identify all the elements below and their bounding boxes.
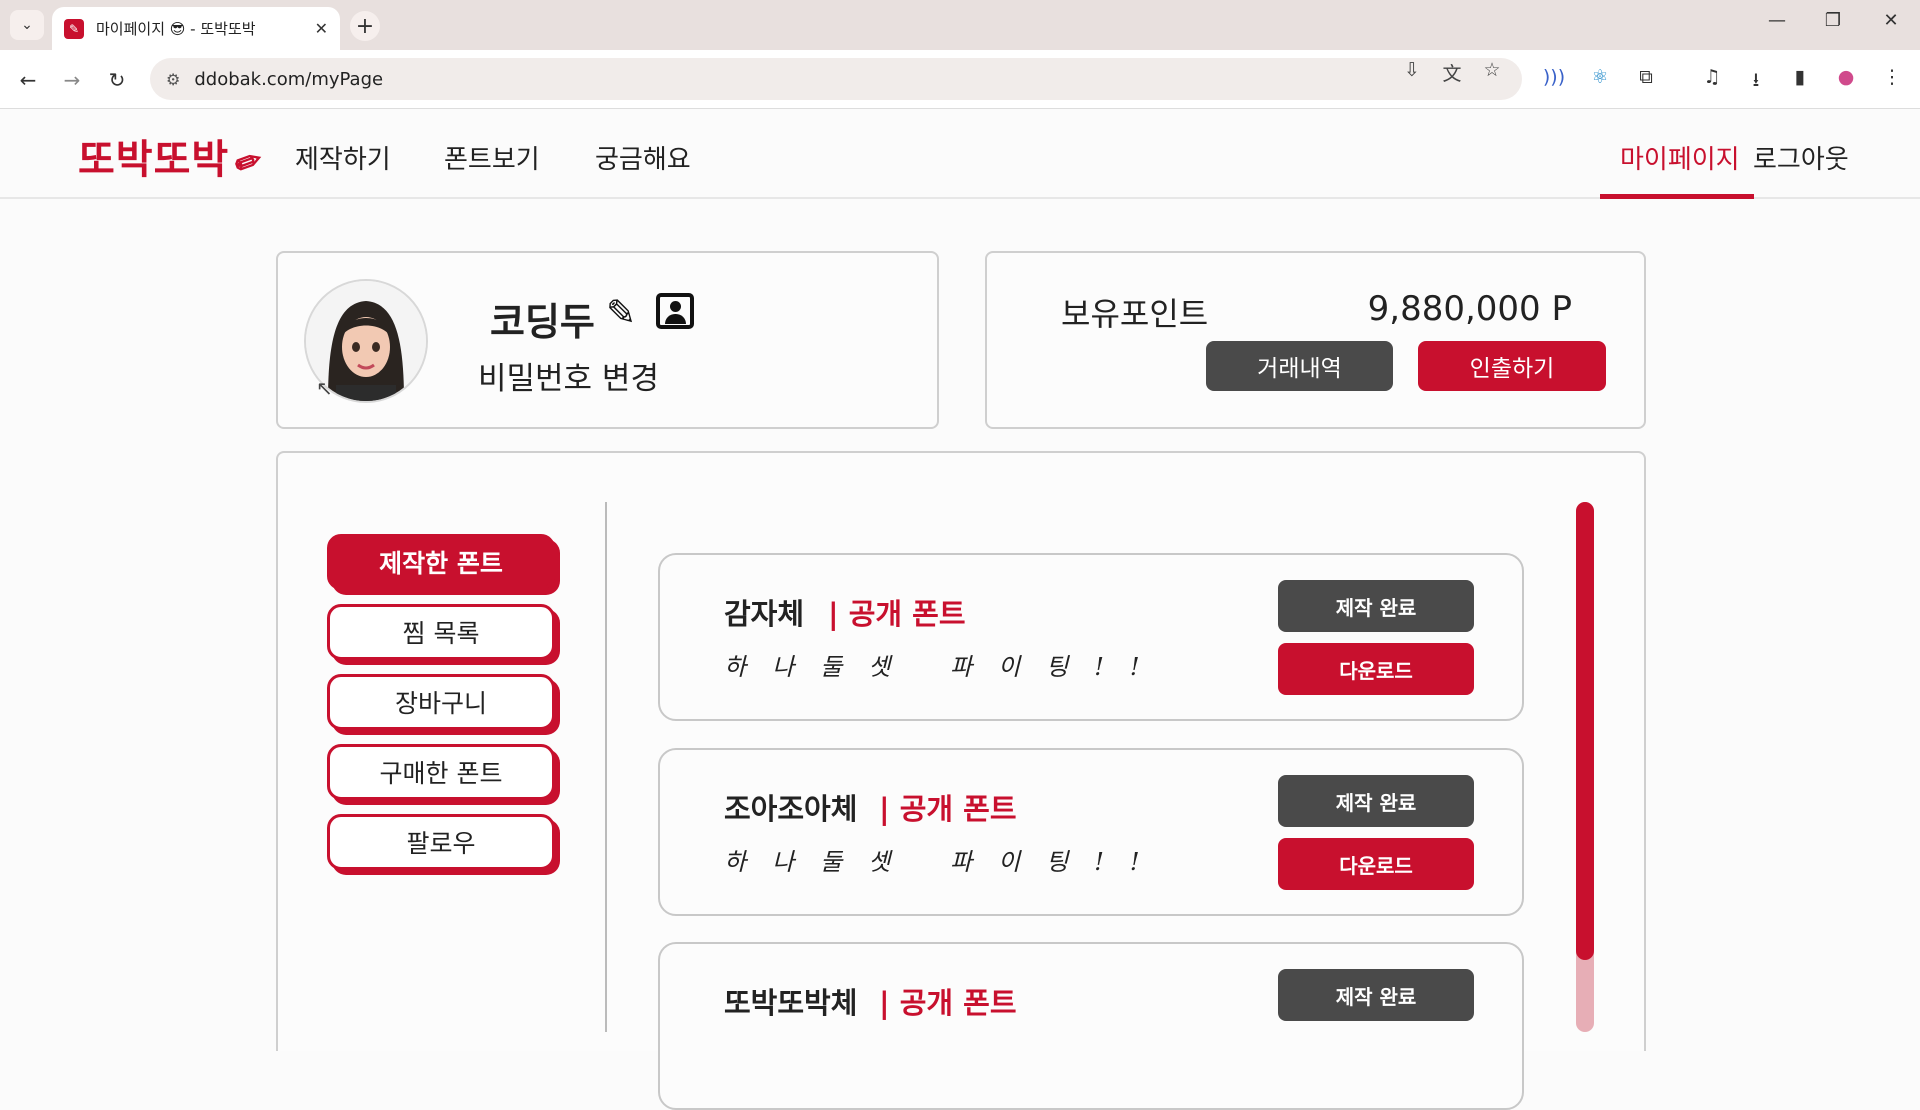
status-button[interactable]: 제작 완료 <box>1278 580 1474 632</box>
favicon-icon: ✎ <box>64 18 84 39</box>
site-info-icon[interactable]: ⚙ <box>166 70 180 89</box>
font-visibility-tag: | 공개 폰트 <box>879 986 1017 1020</box>
points-card: 보유포인트 9,880,000 P 거래내역 인출하기 <box>985 251 1646 429</box>
profile-avatar-icon[interactable]: ● <box>1832 66 1860 88</box>
download-icon[interactable]: ⭳ <box>1742 66 1770 98</box>
close-icon[interactable]: ✕ <box>315 19 328 38</box>
extension-audio-icon[interactable]: ))) <box>1540 66 1568 88</box>
pencil-icon: ✏ <box>229 139 269 185</box>
font-visibility-tag: | 공개 폰트 <box>879 792 1017 826</box>
font-card: 또박또박체 | 공개 폰트 제작 완료 <box>658 942 1524 1110</box>
points-value: 9,880,000 P <box>1367 289 1572 329</box>
browser-toolbar: ← → ↻ ⚙ ddobak.com/myPage ⇩ 文 ☆ ))) ⚛ ⧉ … <box>0 50 1920 109</box>
reload-icon[interactable]: ↻ <box>101 64 133 96</box>
status-button[interactable]: 제작 완료 <box>1278 969 1474 1021</box>
points-label: 보유포인트 <box>1061 295 1209 333</box>
panel-divider <box>605 502 607 1032</box>
window-close-icon[interactable]: ✕ <box>1876 10 1906 31</box>
forward-arrow-icon[interactable]: → <box>56 64 88 96</box>
sidebar-item-created-fonts[interactable]: 제작한 폰트 <box>327 534 555 590</box>
site-logo[interactable]: 또박또박✏ <box>78 127 269 185</box>
nav-create[interactable]: 제작하기 <box>295 139 391 176</box>
nav-faq[interactable]: 궁금해요 <box>595 139 691 176</box>
tab-search-button[interactable]: ⌄ <box>10 10 44 40</box>
sidebar-item-purchased-fonts[interactable]: 구매한 폰트 <box>327 744 555 800</box>
scrollbar-thumb[interactable] <box>1576 502 1594 960</box>
sidebar-item-follow[interactable]: 팔로우 <box>327 814 555 870</box>
browser-tabstrip: ⌄ ✎ 마이페이지 😎 - 또박또박 ✕ + — ❐ ✕ <box>0 0 1920 50</box>
nav-browse-fonts[interactable]: 폰트보기 <box>444 139 540 176</box>
font-name: 조아조아체 <box>724 792 858 826</box>
status-button[interactable]: 제작 완료 <box>1278 775 1474 827</box>
extensions-puzzle-icon[interactable]: ⧉ <box>1632 66 1660 88</box>
withdraw-button[interactable]: 인출하기 <box>1418 341 1606 391</box>
side-panel-icon[interactable]: ▮ <box>1786 66 1814 88</box>
translate-icon[interactable]: 文 <box>1439 59 1465 86</box>
tab-title: 마이페이지 😎 - 또박또박 <box>96 20 256 38</box>
font-sample-text: 하나둘셋 파이팅!! <box>724 653 1166 681</box>
font-name: 또박또박체 <box>724 986 858 1020</box>
pencil-edit-icon[interactable]: ✎ <box>606 293 636 334</box>
font-sample-text: 하나둘셋 파이팅!! <box>724 848 1166 876</box>
transaction-history-button[interactable]: 거래내역 <box>1206 341 1393 391</box>
change-password-link[interactable]: 비밀번호 변경 <box>478 353 659 398</box>
install-app-icon[interactable]: ⇩ <box>1399 59 1425 81</box>
plus-icon: + <box>355 13 375 39</box>
font-visibility-tag: | 공개 폰트 <box>828 597 966 631</box>
mouse-cursor-icon: ↖ <box>316 376 333 400</box>
nav-logout[interactable]: 로그아웃 <box>1753 139 1849 176</box>
bookmark-star-icon[interactable]: ☆ <box>1479 59 1505 81</box>
extension-react-icon[interactable]: ⚛ <box>1586 66 1614 88</box>
font-card: 감자체 | 공개 폰트 하나둘셋 파이팅!! 제작 완료 다운로드 <box>658 553 1524 721</box>
url-text: ddobak.com/myPage <box>194 68 384 90</box>
profile-photo-icon[interactable] <box>656 293 694 329</box>
profile-card: 코딩두 ✎ 비밀번호 변경 <box>276 251 939 429</box>
download-button[interactable]: 다운로드 <box>1278 838 1474 890</box>
chevron-down-icon: ⌄ <box>21 17 33 33</box>
sidebar-item-wishlist[interactable]: 찜 목록 <box>327 604 555 660</box>
font-name: 감자체 <box>724 597 805 631</box>
minimize-icon[interactable]: — <box>1762 10 1792 31</box>
font-card: 조아조아체 | 공개 폰트 하나둘셋 파이팅!! 제작 완료 다운로드 <box>658 748 1524 916</box>
nickname: 코딩두 <box>490 300 595 344</box>
download-button[interactable]: 다운로드 <box>1278 643 1474 695</box>
site-header: 또박또박✏ 제작하기 폰트보기 궁금해요 마이페이지 로그아웃 <box>0 109 1920 199</box>
logo-text: 또박또박 <box>78 136 230 183</box>
back-arrow-icon[interactable]: ← <box>12 64 44 96</box>
restore-icon[interactable]: ❐ <box>1818 10 1848 31</box>
browser-menu-icon[interactable]: ⋮ <box>1878 66 1906 88</box>
media-control-icon[interactable]: ♫ <box>1698 66 1726 88</box>
active-nav-indicator <box>1600 194 1754 199</box>
new-tab-button[interactable]: + <box>350 11 380 41</box>
browser-tab[interactable]: ✎ 마이페이지 😎 - 또박또박 ✕ <box>52 7 340 50</box>
nav-mypage[interactable]: 마이페이지 <box>1620 139 1740 176</box>
sidebar-item-cart[interactable]: 장바구니 <box>327 674 555 730</box>
address-bar[interactable]: ⚙ ddobak.com/myPage <box>150 58 1522 100</box>
